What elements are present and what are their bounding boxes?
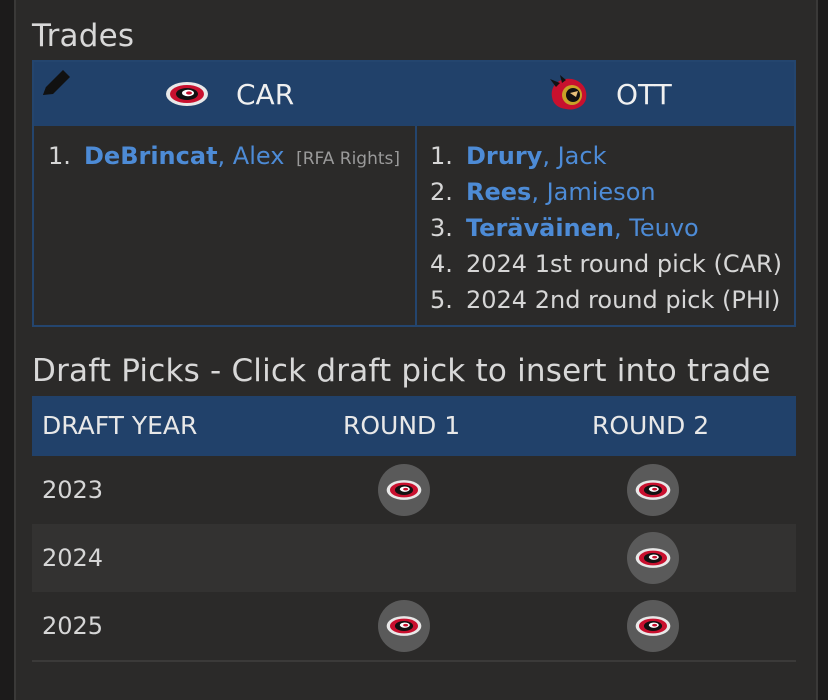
trade-item: 2. Rees, Jamieson <box>430 178 656 206</box>
senators-logo-icon <box>546 75 590 113</box>
column-divider <box>415 126 417 327</box>
col-round-2: ROUND 2 <box>592 411 710 440</box>
table-bottom-divider <box>32 660 796 662</box>
trade-item-pick: 5. 2024 2nd round pick (PHI) <box>430 286 781 314</box>
hurricanes-logo-icon <box>635 480 671 500</box>
pencil-icon[interactable] <box>38 66 74 106</box>
team-header-ott: OTT <box>546 62 672 126</box>
col-draft-year: DRAFT YEAR <box>42 411 198 440</box>
player-link[interactable]: Drury <box>466 142 542 170</box>
hurricanes-logo-icon <box>635 616 671 636</box>
draft-picks-title: Draft Picks - Click draft pick to insert… <box>32 353 771 389</box>
draft-row: 2023 <box>32 456 796 524</box>
hurricanes-logo-icon <box>635 548 671 568</box>
trade-table: CAR OTT 1. DeBrincat, Alex [RFA Rights] 1… <box>32 60 796 327</box>
team-abbr-car: CAR <box>236 77 295 111</box>
draft-year: 2024 <box>42 544 104 572</box>
car-trade-list: 1. DeBrincat, Alex [RFA Rights] <box>48 138 400 177</box>
hurricanes-logo-icon <box>164 79 210 109</box>
trade-item-pick: 4. 2024 1st round pick (CAR) <box>430 250 783 278</box>
draft-pick-button[interactable] <box>627 464 679 516</box>
player-first-name[interactable]: , Teuvo <box>614 214 699 242</box>
player-link[interactable]: DeBrincat <box>84 142 218 170</box>
rfa-note: [RFA Rights] <box>296 149 401 169</box>
trade-item: 1. DeBrincat, Alex [RFA Rights] <box>48 142 401 170</box>
team-abbr-ott: OTT <box>616 77 672 111</box>
pick-text: 2024 1st round pick (CAR) <box>466 250 783 278</box>
hurricanes-logo-icon <box>386 480 422 500</box>
trade-header: CAR OTT <box>34 62 794 126</box>
pick-text: 2024 2nd round pick (PHI) <box>466 286 781 314</box>
player-first-name[interactable]: , Jack <box>542 142 606 170</box>
player-link[interactable]: Rees <box>466 178 531 206</box>
draft-pick-button[interactable] <box>627 532 679 584</box>
trade-item: 3. Teräväinen, Teuvo <box>430 214 699 242</box>
player-first-name[interactable]: , Jamieson <box>531 178 655 206</box>
team-header-car: CAR <box>164 62 294 126</box>
trades-title: Trades <box>32 18 135 54</box>
player-link[interactable]: Teräväinen <box>466 214 614 242</box>
ott-trade-list: 1. Drury, Jack 2. Rees, Jamieson 3. Teräväi… <box>430 138 782 318</box>
draft-pick-button[interactable] <box>378 464 430 516</box>
trade-item: 1. Drury, Jack <box>430 142 607 170</box>
col-round-1: ROUND 1 <box>343 411 461 440</box>
draft-year: 2025 <box>42 612 104 640</box>
draft-pick-button[interactable] <box>378 600 430 652</box>
hurricanes-logo-icon <box>386 616 422 636</box>
draft-picks-header: DRAFT YEAR ROUND 1 ROUND 2 <box>32 396 796 456</box>
player-first-name[interactable]: , Alex <box>218 142 285 170</box>
draft-row: 2025 <box>32 592 796 660</box>
draft-row: 2024 <box>32 524 796 592</box>
draft-year: 2023 <box>42 476 104 504</box>
draft-pick-button[interactable] <box>627 600 679 652</box>
